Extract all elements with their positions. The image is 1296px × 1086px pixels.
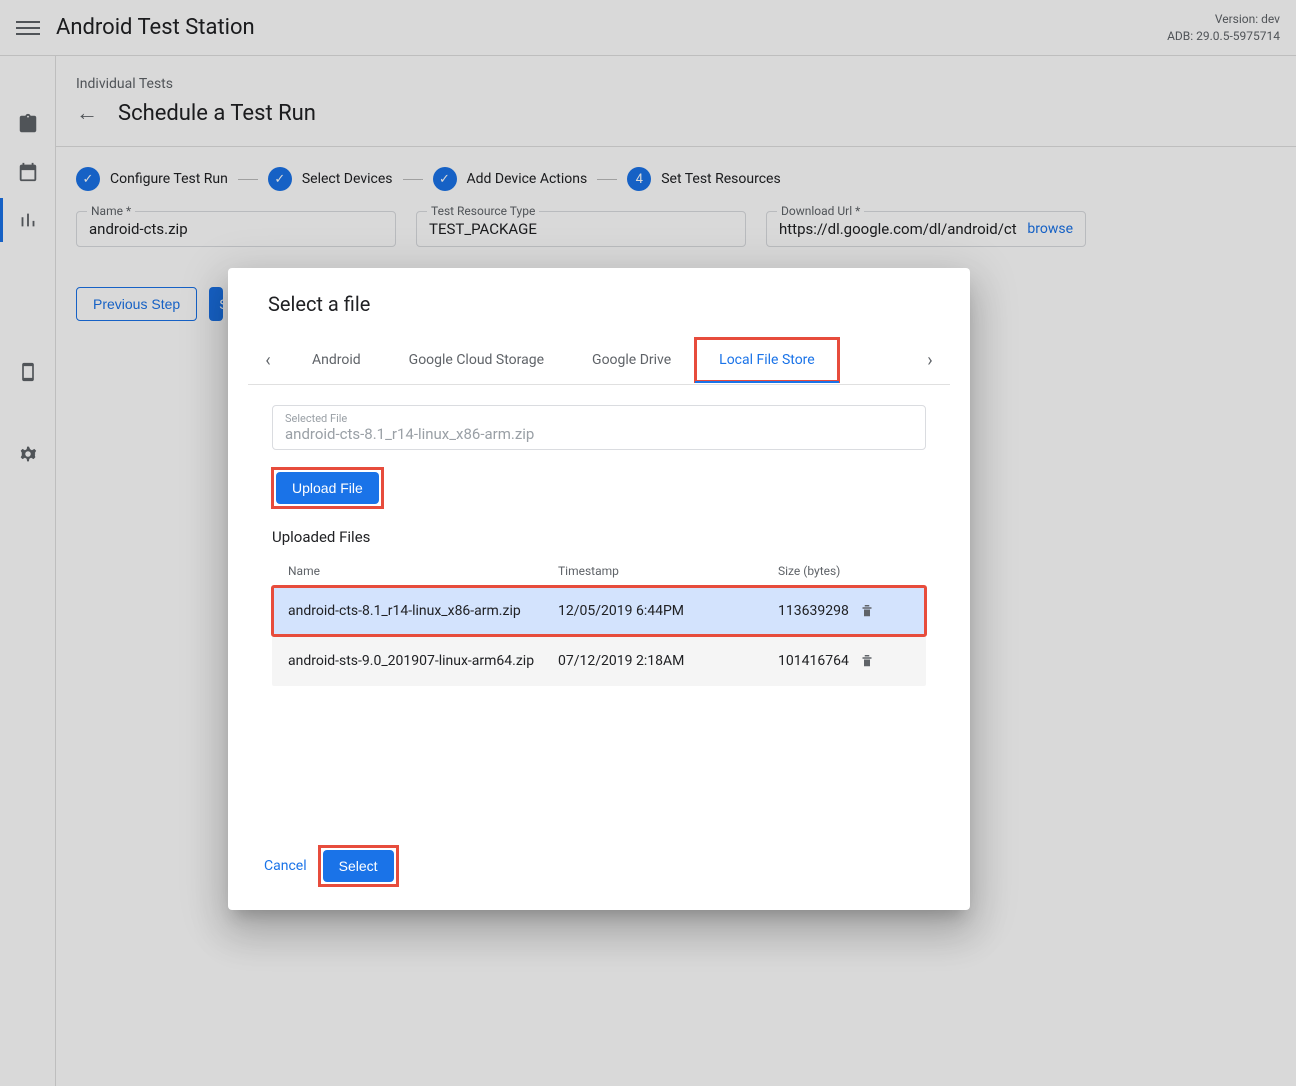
tab-android[interactable]: Android (288, 338, 385, 382)
cell-timestamp: 12/05/2019 6:44PM (558, 603, 778, 619)
select-button[interactable]: Select (323, 850, 394, 882)
uploaded-files-heading: Uploaded Files (272, 528, 926, 546)
select-highlight: Select (319, 846, 398, 886)
col-timestamp: Timestamp (558, 564, 778, 578)
uploaded-files-table: Name Timestamp Size (bytes) android-cts-… (272, 556, 926, 686)
selected-file-label: Selected File (285, 412, 913, 425)
cell-name: android-sts-9.0_201907-linux-arm64.zip (288, 653, 558, 669)
tab-drive[interactable]: Google Drive (568, 338, 695, 382)
upload-file-button[interactable]: Upload File (276, 472, 379, 504)
dialog-footer: Cancel Select (248, 846, 950, 886)
delete-icon[interactable] (858, 602, 898, 620)
selected-file-value: android-cts-8.1_r14-linux_x86-arm.zip (285, 425, 913, 443)
chevron-right-icon[interactable]: › (910, 336, 950, 384)
cell-size: 101416764 (778, 653, 858, 669)
cell-size: 113639298 (778, 603, 858, 619)
dialog-title: Select a file (248, 292, 950, 316)
table-row[interactable]: android-cts-8.1_r14-linux_x86-arm.zip 12… (272, 586, 926, 636)
col-size: Size (bytes) (778, 564, 858, 578)
tabs-row: ‹ Android Google Cloud Storage Google Dr… (248, 336, 950, 385)
cell-timestamp: 07/12/2019 2:18AM (558, 653, 778, 669)
table-header: Name Timestamp Size (bytes) (272, 556, 926, 586)
col-name: Name (288, 564, 558, 578)
cancel-button[interactable]: Cancel (264, 858, 307, 874)
select-file-dialog: Select a file ‹ Android Google Cloud Sto… (228, 268, 970, 910)
delete-icon[interactable] (858, 652, 898, 670)
upload-file-highlight: Upload File (272, 468, 383, 508)
cell-name: android-cts-8.1_r14-linux_x86-arm.zip (288, 603, 558, 619)
chevron-left-icon[interactable]: ‹ (248, 336, 288, 384)
tab-local-file-store[interactable]: Local File Store (695, 338, 839, 382)
selected-file-field[interactable]: Selected File android-cts-8.1_r14-linux_… (272, 405, 926, 450)
tab-gcs[interactable]: Google Cloud Storage (385, 338, 568, 382)
table-row[interactable]: android-sts-9.0_201907-linux-arm64.zip 0… (272, 636, 926, 686)
